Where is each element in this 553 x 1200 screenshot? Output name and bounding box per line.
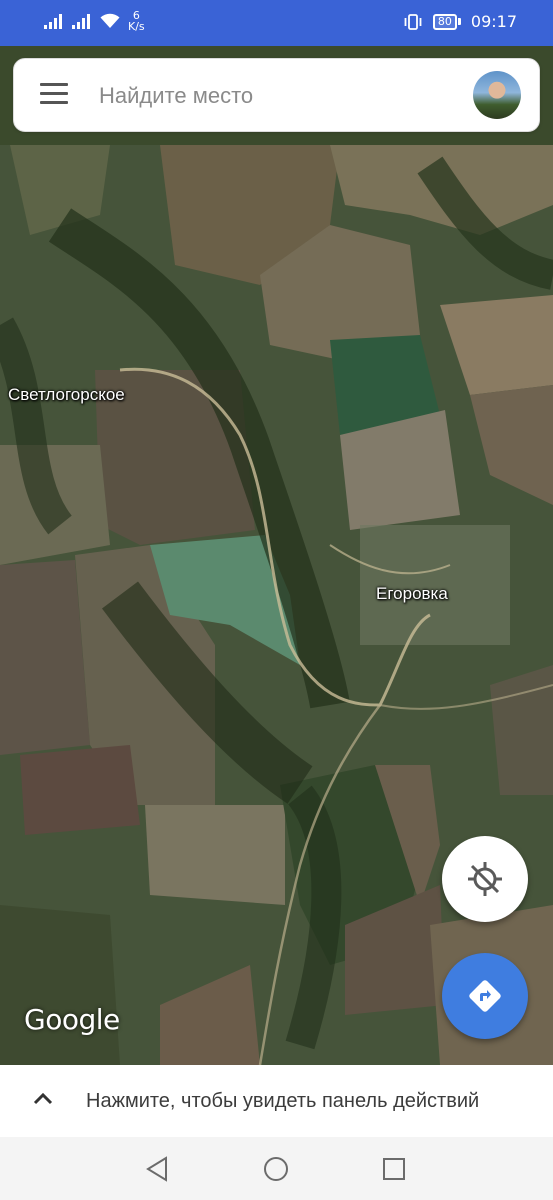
avatar[interactable] [473,71,521,119]
net-speed-unit: K/s [128,20,145,33]
vibrate-icon [404,13,422,30]
signal-icon [72,14,90,29]
satellite-imagery [0,145,553,1065]
my-location-button[interactable] [442,836,528,922]
map-label-egorovka[interactable]: Егоровка [376,584,448,604]
status-right: 80 09:17 [403,12,517,31]
directions-icon [469,980,501,1012]
action-panel-hint[interactable]: Нажмите, чтобы увидеть панель действий [86,1090,479,1113]
map-label-svetlogorskoe[interactable]: Светлогорское [8,385,125,405]
search-bar[interactable]: Найдите место [13,58,540,132]
battery-icon: 80 [432,13,461,30]
search-input[interactable]: Найдите место [99,83,253,109]
clock: 09:17 [470,12,517,31]
recents-icon[interactable] [381,1155,407,1183]
system-nav-bar [0,1137,553,1200]
status-left: 6 K/s [44,10,145,32]
back-icon[interactable] [144,1155,170,1183]
net-speed: 6 K/s [128,10,145,32]
home-icon[interactable] [262,1155,290,1183]
map-view[interactable]: Светлогорское Егоровка Google [0,145,553,1065]
directions-button[interactable] [442,953,528,1039]
wifi-icon [100,13,120,28]
battery-level: 80 [432,13,457,30]
action-panel-handle[interactable]: Нажмите, чтобы увидеть панель действий [0,1065,553,1137]
signal-icon [44,14,62,29]
location-disabled-icon [468,862,502,896]
google-logo: Google [24,1003,120,1036]
chevron-up-icon[interactable] [32,1091,54,1107]
status-bar: 6 K/s 80 09:17 [0,0,553,46]
menu-icon[interactable] [40,83,72,109]
